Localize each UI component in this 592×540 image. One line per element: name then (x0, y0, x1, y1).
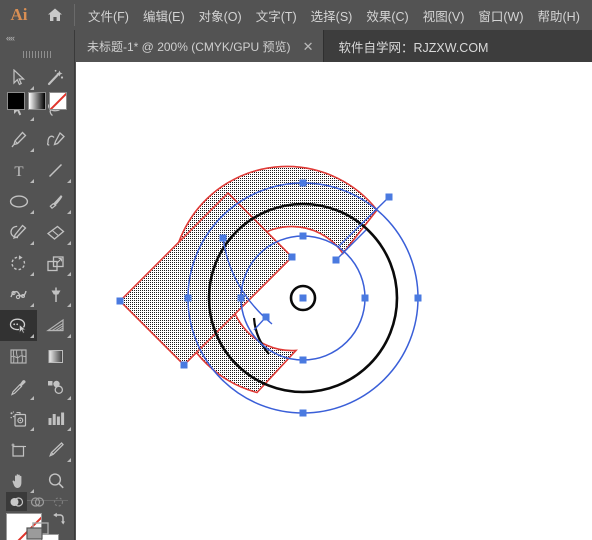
mesh-tool[interactable] (0, 341, 37, 372)
tool-expand-corner (30, 210, 34, 214)
draw-mode-area (0, 492, 75, 540)
anchor-point (262, 313, 270, 321)
gradient-tool[interactable] (37, 341, 74, 372)
column-graph-tool[interactable] (37, 403, 74, 434)
app-logo: Ai (10, 5, 28, 24)
ellipse-tool[interactable] (0, 186, 37, 217)
magic-wand-tool[interactable] (37, 62, 74, 93)
eraser-tool[interactable] (37, 217, 74, 248)
tool-expand-corner (67, 334, 71, 338)
curvature-tool[interactable] (37, 124, 74, 155)
paintbrush-tool[interactable] (37, 186, 74, 217)
menu-bar: Ai 文件(F) 编辑(E) 对象(O) 文字(T) 选择(S) 效果(C) 视… (0, 0, 592, 30)
anchor-point (299, 356, 307, 364)
collapse-panel-icon[interactable]: «« (0, 30, 74, 46)
perspective-grid-tool[interactable] (37, 310, 74, 341)
blend-tool[interactable] (37, 372, 74, 403)
anchor-point (299, 294, 307, 302)
anchor-point (180, 361, 188, 369)
anchor-point (414, 294, 422, 302)
tool-expand-corner (67, 210, 71, 214)
menu-window[interactable]: 窗口(W) (471, 2, 530, 29)
scale-tool[interactable] (37, 248, 74, 279)
menu-divider (74, 4, 75, 26)
tool-expand-corner (30, 241, 34, 245)
illustrator-window: Ai 文件(F) 编辑(E) 对象(O) 文字(T) 选择(S) 效果(C) 视… (0, 0, 592, 540)
color-mode-swatches (7, 92, 67, 110)
anchor-point (288, 253, 296, 261)
menu-edit[interactable]: 编辑(E) (136, 2, 192, 29)
tool-expand-corner (67, 303, 71, 307)
width-tool[interactable] (0, 279, 37, 310)
tool-expand-corner (30, 117, 34, 121)
tool-expand-corner (67, 458, 71, 462)
tool-expand-corner (67, 272, 71, 276)
shape-builder-tool[interactable] (0, 310, 37, 341)
anchor-point (385, 193, 393, 201)
menu-help[interactable]: 帮助(H) (531, 2, 587, 29)
tool-expand-corner (30, 86, 34, 90)
document-tab-label: 未标题-1* @ 200% (CMYK/GPU 预览) (87, 39, 291, 54)
rotate-tool[interactable] (0, 248, 37, 279)
shaper-tool[interactable] (0, 217, 37, 248)
anchor-point (299, 232, 307, 240)
home-icon[interactable] (38, 0, 72, 30)
tool-expand-corner (67, 179, 71, 183)
menu-type[interactable]: 文字(T) (249, 2, 304, 29)
menu-file[interactable]: 文件(F) (81, 2, 136, 29)
menu-object[interactable]: 对象(O) (192, 2, 249, 29)
document-tab[interactable]: 未标题-1* @ 200% (CMYK/GPU 预览) ✕ (75, 30, 325, 62)
artboard-canvas[interactable] (76, 62, 592, 540)
artwork-svg (116, 165, 422, 417)
menu-view[interactable]: 视图(V) (416, 2, 472, 29)
anchor-point (219, 234, 227, 242)
tool-expand-corner (30, 303, 34, 307)
document-tab-bar: 未标题-1* @ 200% (CMYK/GPU 预览) ✕ 软件自学网：RJZX… (75, 30, 592, 62)
tool-expand-corner (30, 396, 34, 400)
tool-expand-corner (30, 334, 34, 338)
eyedropper-tool[interactable] (0, 372, 37, 403)
tool-expand-corner (30, 179, 34, 183)
symbol-sprayer-tool[interactable] (0, 403, 37, 434)
tool-grid: T (0, 62, 74, 505)
svg-text:T: T (14, 164, 23, 179)
draw-behind-mode[interactable] (27, 492, 48, 511)
draw-normal-mode[interactable] (6, 492, 27, 511)
panel-drag-handle[interactable] (0, 46, 74, 62)
artboard-tool[interactable] (0, 434, 37, 465)
anchor-point (361, 294, 369, 302)
tool-expand-corner (30, 427, 34, 431)
tools-panel: «« T (0, 30, 75, 540)
anchor-point (332, 256, 340, 264)
draw-inside-mode[interactable] (48, 492, 69, 511)
type-tool[interactable]: T (0, 155, 37, 186)
line-segment-tool[interactable] (37, 155, 74, 186)
slice-tool[interactable] (37, 434, 74, 465)
menu-select[interactable]: 选择(S) (304, 2, 360, 29)
anchor-point (299, 409, 307, 417)
gradient-mode-swatch[interactable] (28, 92, 46, 110)
free-transform-tool[interactable] (37, 279, 74, 310)
selection-tool[interactable] (0, 62, 37, 93)
pen-tool[interactable] (0, 124, 37, 155)
tool-expand-corner (30, 272, 34, 276)
tool-expand-corner (67, 241, 71, 245)
anchor-point (299, 179, 307, 187)
tool-expand-corner (67, 427, 71, 431)
anchor-point (184, 294, 192, 302)
draw-modes (6, 492, 69, 511)
change-screen-mode[interactable] (0, 518, 75, 540)
anchor-point (116, 297, 124, 305)
menu-effect[interactable]: 效果(C) (359, 2, 415, 29)
color-mode-swatch[interactable] (7, 92, 25, 110)
close-icon[interactable]: ✕ (291, 40, 324, 53)
tool-expand-corner (67, 396, 71, 400)
tool-expand-corner (30, 148, 34, 152)
no-color-slash-icon (50, 93, 66, 109)
anchor-point (237, 294, 245, 302)
none-mode-swatch[interactable] (49, 92, 67, 110)
watermark-label: 软件自学网：RJZXW.COM (338, 40, 489, 55)
